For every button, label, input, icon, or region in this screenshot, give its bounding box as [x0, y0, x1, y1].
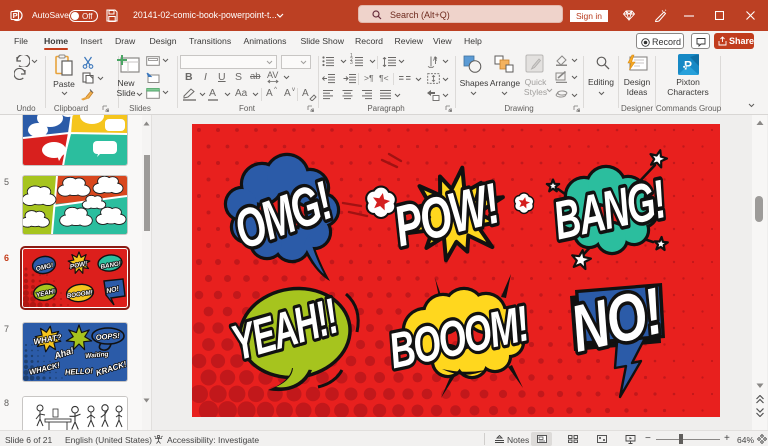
svg-text:P: P	[684, 59, 692, 73]
svg-text:P: P	[13, 11, 18, 20]
svg-text:A: A	[433, 57, 437, 63]
svg-text:HELLO!: HELLO!	[65, 366, 94, 376]
